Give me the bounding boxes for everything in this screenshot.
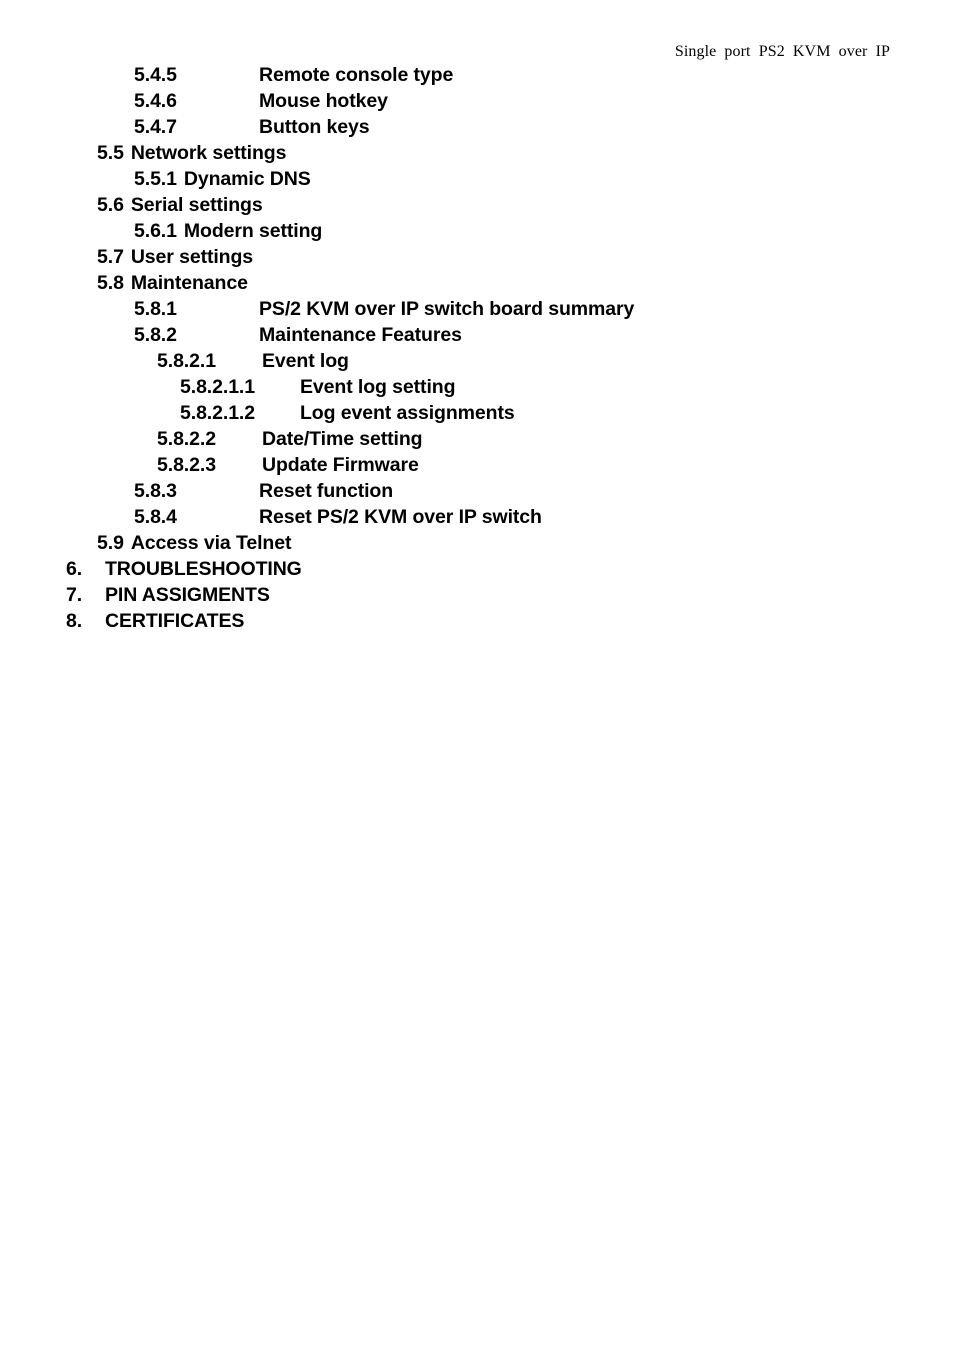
toc-entry[interactable]: 5.8.2.3 Update Firmware	[0, 452, 954, 478]
toc-entry[interactable]: 6. TROUBLESHOOTING	[0, 556, 954, 582]
toc-entry[interactable]: 5.8.1 PS/2 KVM over IP switch board summa…	[0, 296, 954, 322]
toc-entry-number: 5.4.6	[134, 90, 177, 112]
toc-entry-title: Network settings	[130, 142, 287, 164]
toc-entry[interactable]: 5.4.6 Mouse hotkey	[0, 88, 954, 114]
toc-entry-title: Modern setting	[183, 220, 323, 242]
toc-entry-title: Update Firmware	[262, 454, 419, 476]
toc-entry[interactable]: 7. PIN ASSIGMENTS	[0, 582, 954, 608]
toc-entry[interactable]: 5.8.3 Reset function	[0, 478, 954, 504]
document-page: Single port PS2 KVM over IP 5.4.5 Remote …	[0, 0, 954, 1351]
toc-entry-number: 8.	[66, 610, 83, 632]
toc-entry-number: 5.8.2.3	[157, 454, 216, 476]
toc-entry-title: Remote console type	[259, 64, 454, 86]
toc-entry-title: Maintenance	[130, 272, 248, 294]
toc-entry-number: 5.8.2.1.1	[180, 376, 255, 398]
toc-entry-number: 5.8.2	[134, 324, 177, 346]
toc-entry-title: Button keys	[259, 116, 370, 138]
toc-entry-number: 5.8.3	[134, 480, 177, 502]
toc-entry-number: 5.8.2.1	[157, 350, 216, 372]
toc-entry-number: 5.8.1	[134, 298, 177, 320]
toc-entry-number: 6.	[66, 558, 83, 580]
toc-entry-number: 5.8.2.1.2	[180, 402, 255, 424]
running-header: Single port PS2 KVM over IP	[674, 43, 890, 60]
toc-entry-title: Serial settings	[130, 194, 263, 216]
toc-entry[interactable]: 5.8.2 Maintenance Features	[0, 322, 954, 348]
toc-entry[interactable]: 5.8.2.2 Date/Time setting	[0, 426, 954, 452]
toc-entry-title: Date/Time setting	[262, 428, 423, 450]
toc-entry-title: User settings	[130, 246, 254, 268]
toc-entry[interactable]: 5.4.5 Remote console type	[0, 62, 954, 88]
toc-entry-number: 5.7	[97, 246, 124, 268]
toc-entry-number: 5.4.7	[134, 116, 177, 138]
toc-entry[interactable]: 5.6.1 Modern setting	[0, 218, 954, 244]
toc-entry-title: Access via Telnet	[130, 532, 292, 554]
toc-entry[interactable]: 5.5.1 Dynamic DNS	[0, 166, 954, 192]
toc-entry[interactable]: 5.8 Maintenance	[0, 270, 954, 296]
toc-entry-number: 5.5	[97, 142, 124, 164]
toc-entry-number: 5.8.2.2	[157, 428, 216, 450]
toc-entry[interactable]: 5.7 User settings	[0, 244, 954, 270]
toc-entry[interactable]: 5.8.2.1.2 Log event assignments	[0, 400, 954, 426]
toc-entry[interactable]: 5.8.2.1 Event log	[0, 348, 954, 374]
toc-entry[interactable]: 5.5 Network settings	[0, 140, 954, 166]
toc-entry-number: 7.	[66, 584, 83, 606]
toc-entry-title: Event log	[262, 350, 349, 372]
toc-entry[interactable]: 5.6 Serial settings	[0, 192, 954, 218]
toc-entry-number: 5.4.5	[134, 64, 177, 86]
toc-entry-number: 5.9	[97, 532, 124, 554]
table-of-contents: 5.4.5 Remote console type 5.4.6 Mouse hotke…	[0, 62, 954, 634]
toc-entry[interactable]: 5.9 Access via Telnet	[0, 530, 954, 556]
toc-entry-number: 5.5.1	[134, 168, 177, 190]
toc-entry-title: Event log setting	[300, 376, 456, 398]
toc-entry-number: 5.6.1	[134, 220, 177, 242]
toc-entry[interactable]: 5.8.4 Reset PS/2 KVM over IP switch	[0, 504, 954, 530]
toc-entry-number: 5.8	[97, 272, 124, 294]
toc-entry[interactable]: 5.4.7 Button keys	[0, 114, 954, 140]
toc-entry-number: 5.8.4	[134, 506, 177, 528]
toc-entry-title: Mouse hotkey	[259, 90, 388, 112]
toc-entry-title: TROUBLESHOOTING	[105, 558, 302, 580]
toc-entry-title: CERTIFICATES	[105, 610, 245, 632]
toc-entry-title: PIN ASSIGMENTS	[105, 584, 270, 606]
toc-entry-title: Maintenance Features	[259, 324, 462, 346]
toc-entry-title: Reset function	[259, 480, 394, 502]
toc-entry[interactable]: 8. CERTIFICATES	[0, 608, 954, 634]
toc-entry-title: Log event assignments	[300, 402, 515, 424]
toc-entry-number: 5.6	[97, 194, 124, 216]
toc-entry-title: Dynamic DNS	[183, 168, 311, 190]
toc-entry-title: Reset PS/2 KVM over IP switch	[259, 506, 542, 528]
toc-entry-title: PS/2 KVM over IP switch board summary	[259, 298, 635, 320]
toc-entry[interactable]: 5.8.2.1.1 Event log setting	[0, 374, 954, 400]
